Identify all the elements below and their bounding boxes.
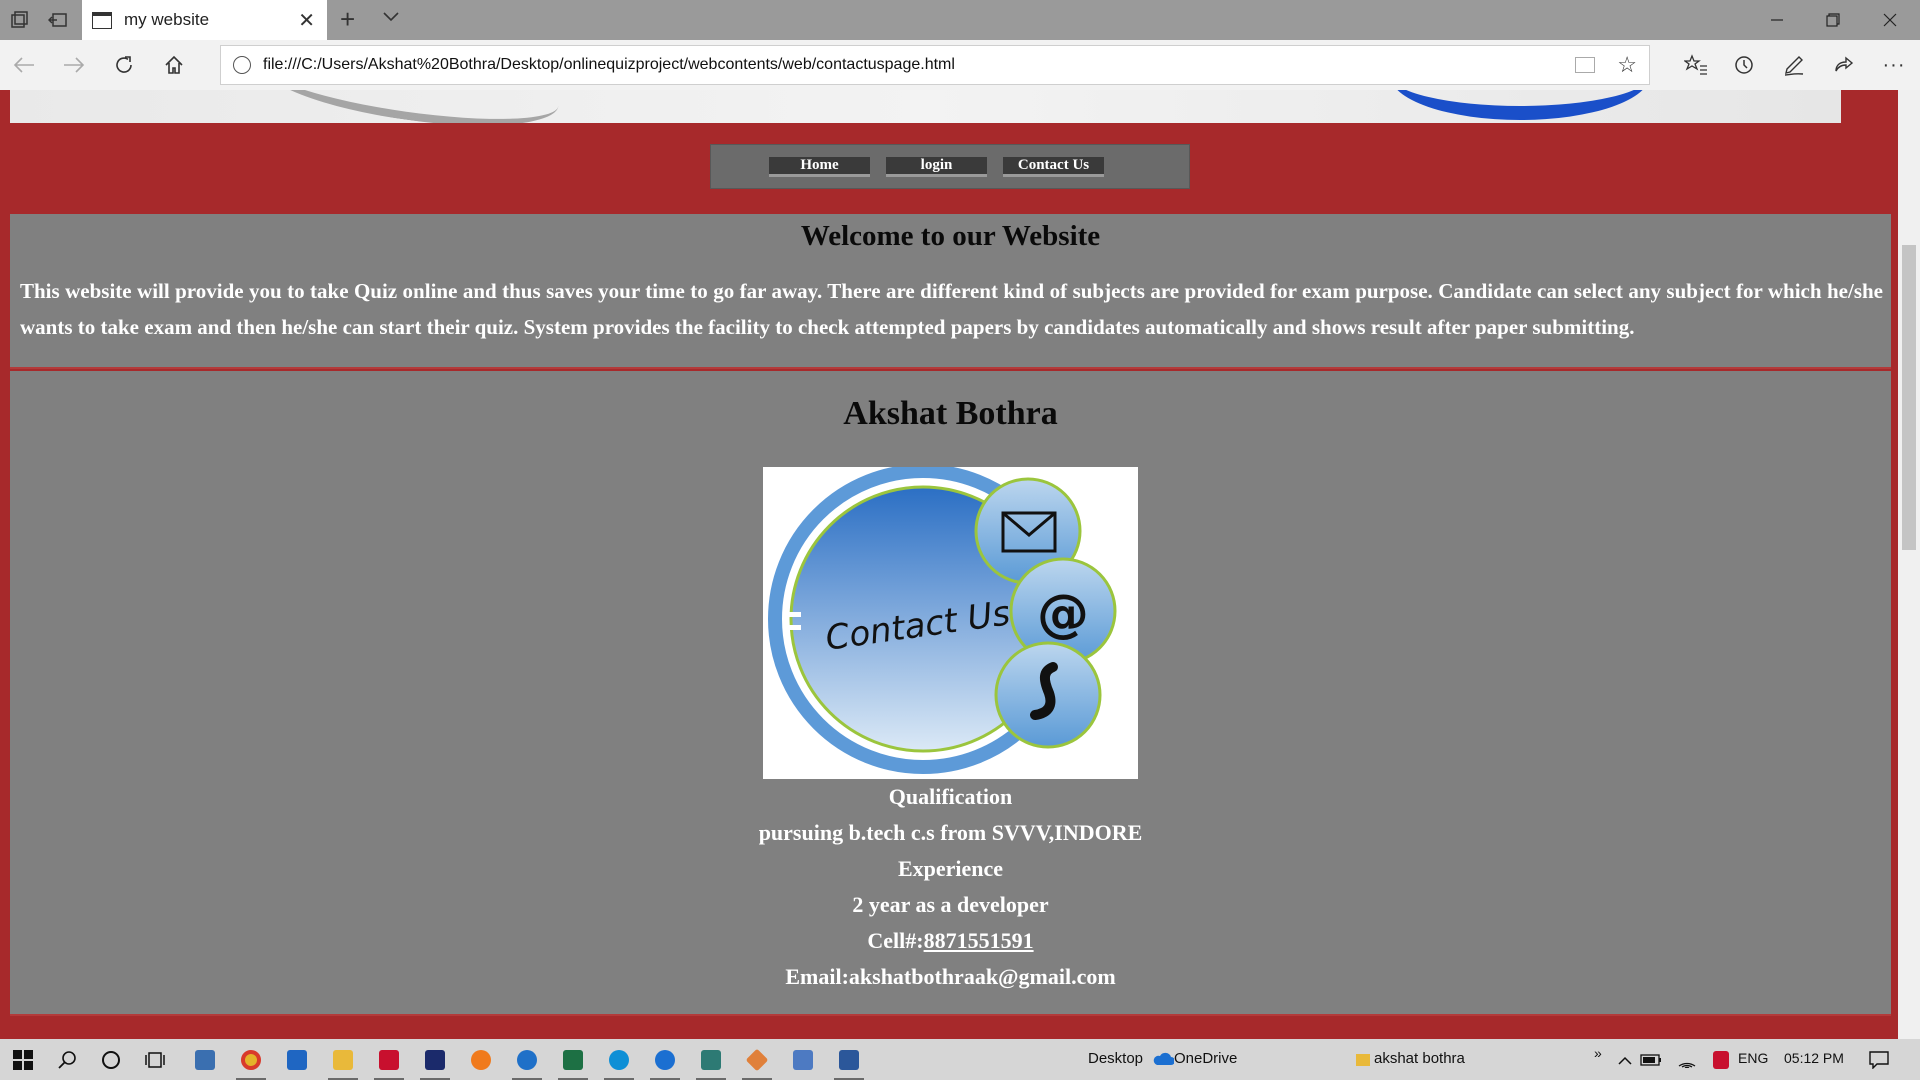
svg-text:@: @ [1037,584,1089,644]
tab-my-website[interactable]: my website ✕ [82,0,327,40]
address-bar[interactable]: file:///C:/Users/Akshat%20Bothra/Desktop… [220,45,1650,85]
more-options-icon[interactable]: ··· [1880,51,1908,79]
toolbar-overflow-icon[interactable]: » [1594,1045,1602,1061]
banner-swoosh-gray [256,90,564,123]
excel-icon[interactable] [558,1045,588,1080]
scrollbar-thumb[interactable] [1902,245,1916,550]
contact-section: Akshat Bothra Contact Us @ Qualification… [10,371,1891,1016]
qualification-label: Qualification [888,784,1013,809]
task-view-icon[interactable] [140,1045,170,1075]
share-icon[interactable] [1830,51,1858,79]
contact-us-image: Contact Us @ [763,467,1138,779]
favorite-star-icon[interactable]: ☆ [1617,52,1637,78]
menu-login-button[interactable]: login [886,157,987,177]
contact-name: Akshat Bothra [843,395,1058,432]
set-tabs-aside-icon[interactable] [46,8,70,32]
notepad-icon[interactable] [788,1045,818,1075]
language-indicator[interactable]: ENG [1738,1050,1768,1066]
url-text[interactable]: file:///C:/Users/Akshat%20Bothra/Desktop… [263,56,1575,74]
app-icon[interactable] [420,1045,450,1080]
teamviewer-icon[interactable] [650,1045,680,1080]
cell-label: Cell#: [867,928,924,953]
chevron-down-icon[interactable] [382,7,400,30]
word-icon[interactable] [834,1045,864,1080]
main-menu: Home login Contact Us [710,144,1190,189]
firefox-icon[interactable] [466,1045,496,1075]
git-icon[interactable] [742,1045,772,1080]
page-scrollbar[interactable] [1898,90,1920,1039]
welcome-text: This website will provide you to take Qu… [20,279,1883,339]
cell-number-link[interactable]: 8871551591 [924,928,1034,953]
history-icon[interactable] [1730,51,1758,79]
mcafee-icon[interactable] [374,1045,404,1080]
minimize-icon[interactable] [1749,0,1805,40]
home-icon[interactable] [160,51,188,79]
welcome-section: Welcome to our Website This website will… [10,214,1891,369]
favorites-list-icon[interactable] [1682,51,1710,79]
close-window-icon[interactable] [1862,0,1918,40]
windows-taskbar: Desktop OneDrive akshat bothra » ENG 05:… [0,1039,1920,1080]
menu-home-button[interactable]: Home [769,157,870,177]
file-explorer-icon[interactable] [328,1045,358,1080]
restore-icon[interactable] [1805,0,1861,40]
menu-contact-us-button[interactable]: Contact Us [1003,157,1104,177]
page-icon [92,11,112,29]
new-tab-icon[interactable]: + [340,4,355,35]
cortana-icon[interactable] [96,1045,126,1075]
tab-actions-icon[interactable] [8,8,32,32]
browser-nav-bar: file:///C:/Users/Akshat%20Bothra/Desktop… [0,40,1920,90]
page-viewport: Home login Contact Us Welcome to our Web… [0,90,1898,1039]
close-tab-icon[interactable]: ✕ [298,8,315,33]
clock-time[interactable]: 05:12 PM [1784,1050,1844,1066]
action-center-icon[interactable] [1864,1045,1894,1075]
tab-title: my website [124,10,210,29]
chrome-icon[interactable] [236,1045,266,1080]
welcome-heading: Welcome to our Website [800,220,1101,252]
experience-label: Experience [897,856,1004,881]
forward-icon[interactable] [60,51,88,79]
store-icon[interactable] [190,1045,220,1075]
windows-start-icon[interactable] [8,1045,38,1075]
qualification-text: pursuing b.tech c.s from SVVV,INDORE [758,820,1143,845]
desktop-toolbar-label[interactable]: Desktop [1088,1050,1143,1067]
search-icon[interactable] [52,1045,82,1075]
header-banner [10,90,1841,123]
reading-view-icon[interactable] [1575,57,1596,73]
browser-tab-bar: my website ✕ + [0,0,1920,40]
contact-info: Qualification pursuing b.tech c.s from S… [10,779,1891,995]
globe-icon [233,56,251,74]
cell-row: Cell#:8871551591 [10,923,1891,959]
edge-icon[interactable] [512,1045,542,1080]
email-text: Email:akshatbothraak@gmail.com [785,964,1116,989]
refresh-icon[interactable] [110,51,138,79]
mcafee-tray-icon[interactable] [1706,1045,1736,1075]
app-window-icon[interactable] [696,1045,726,1080]
back-icon[interactable] [10,51,38,79]
skype-icon[interactable] [604,1045,634,1080]
experience-text: 2 year as a developer [852,892,1049,917]
battery-icon[interactable] [1636,1045,1666,1075]
wifi-icon[interactable] [1672,1045,1702,1075]
mail-icon[interactable] [282,1045,312,1075]
banner-swoosh-blue [1390,90,1650,120]
onedrive-label[interactable]: OneDrive [1174,1050,1237,1067]
user-label[interactable]: akshat bothra [1374,1050,1465,1067]
pen-icon[interactable] [1780,51,1808,79]
